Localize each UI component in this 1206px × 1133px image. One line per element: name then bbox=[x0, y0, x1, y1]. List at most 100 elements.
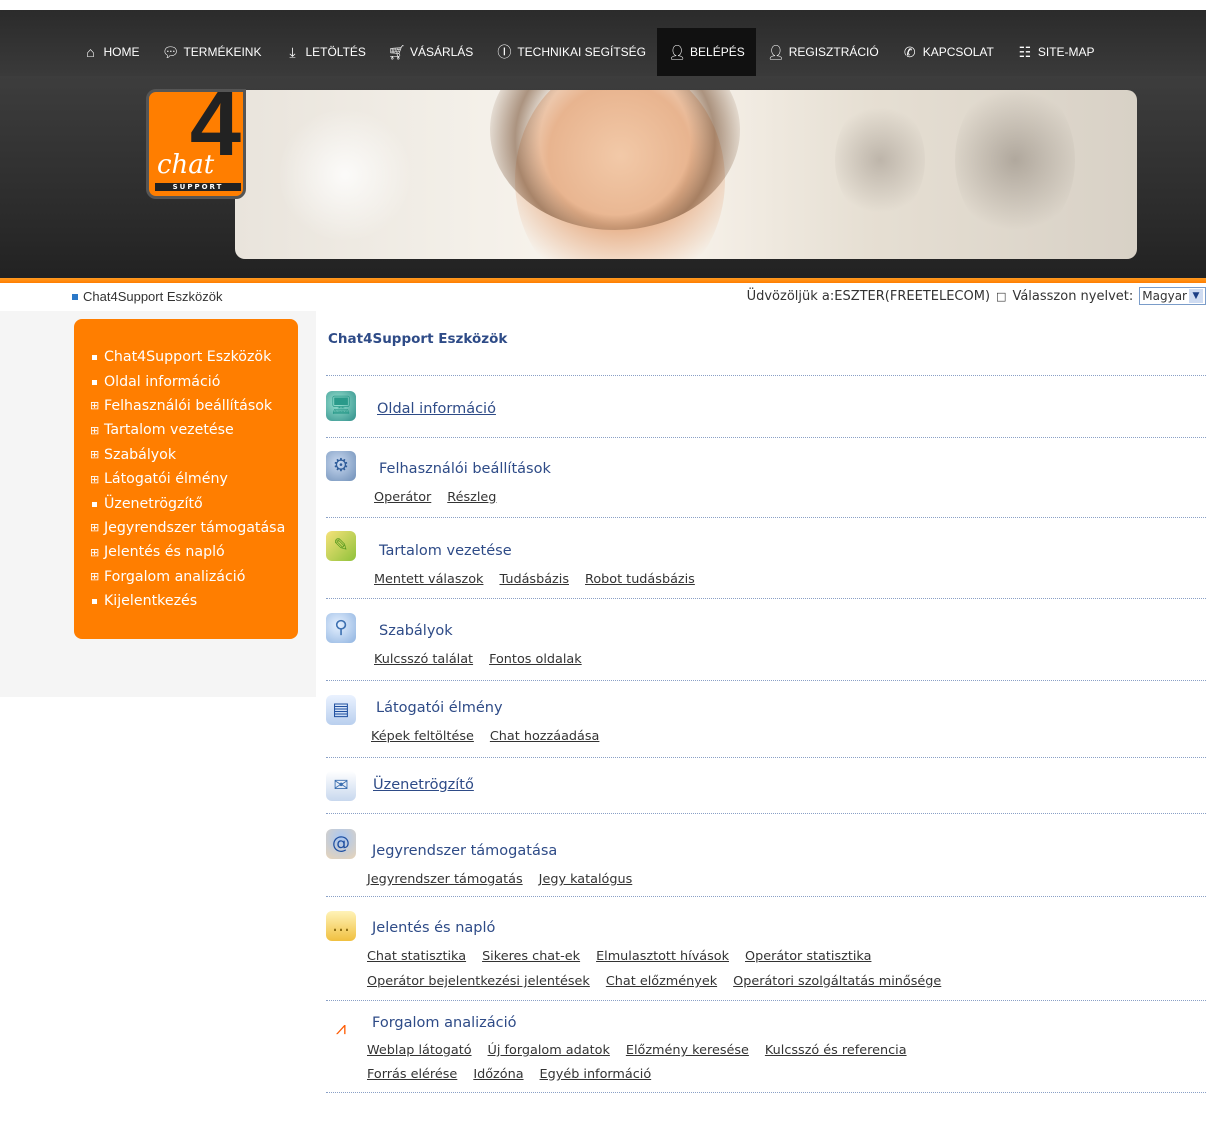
section-link[interactable]: Chat hozzáadása bbox=[490, 729, 600, 744]
sidebar-item-label: Felhasználói beállítások bbox=[104, 397, 273, 414]
sidebar-item[interactable]: ⊞ Jelentés és napló bbox=[74, 540, 298, 564]
expand-plus-icon[interactable]: ⊞ bbox=[90, 473, 104, 486]
section-divider bbox=[326, 437, 1206, 438]
mail-icon: ✉ bbox=[326, 771, 356, 801]
section-link[interactable]: Chat statisztika bbox=[367, 949, 466, 964]
sidebar-item[interactable]: Chat4Support Eszközök bbox=[74, 345, 298, 369]
home-icon: ⌂ bbox=[86, 44, 95, 60]
expand-plus-icon[interactable]: ⊞ bbox=[90, 521, 104, 534]
nav-home[interactable]: ⌂ HOME bbox=[70, 28, 150, 76]
expand-plus-icon[interactable]: ⊞ bbox=[90, 546, 104, 559]
sidebar-item[interactable]: ⊞ Jegyrendszer támogatása bbox=[74, 516, 298, 540]
speech-bubble-icon: 💬︎ bbox=[161, 44, 180, 60]
bullet-icon bbox=[90, 375, 104, 388]
sidebar-item[interactable]: ⊞ Felhasználói beállítások bbox=[74, 394, 298, 418]
nav-tech-support[interactable]: ⓘ TECHNIKAI SEGÍTSÉG bbox=[484, 28, 657, 76]
section-link[interactable]: Egyéb információ bbox=[540, 1067, 652, 1082]
section-link[interactable]: Kulcsszó találat bbox=[374, 652, 473, 667]
section-links: Chat statisztika Sikeres chat-ek Elmulaszt… bbox=[367, 949, 871, 964]
section-link[interactable]: Képek feltöltése bbox=[371, 729, 474, 744]
chat4support-logo[interactable]: 4 chat SUPPORT bbox=[146, 89, 246, 199]
download-icon: ⤓ bbox=[289, 44, 296, 60]
language-label: Válasszon nyelvet: bbox=[1012, 288, 1134, 304]
sidebar-item[interactable]: Üzenetrögzítő bbox=[74, 491, 298, 515]
sidebar-item[interactable]: ⊞ Forgalom analizáció bbox=[74, 565, 298, 589]
handshake-icon: @ bbox=[326, 829, 356, 859]
section-link[interactable]: Elmulasztott hívások bbox=[596, 949, 729, 964]
section-link[interactable]: Operátor bbox=[374, 490, 431, 505]
nav-products[interactable]: 💬︎ TERMÉKEINK bbox=[150, 28, 272, 76]
expand-plus-icon[interactable]: ⊞ bbox=[90, 399, 104, 412]
section-link[interactable]: Operátor bejelentkezési jelentések bbox=[367, 974, 590, 989]
section-title[interactable]: Oldal információ bbox=[377, 401, 496, 417]
section-link[interactable]: Új forgalom adatok bbox=[488, 1043, 610, 1058]
sidebar-item-label: Jegyrendszer támogatása bbox=[104, 519, 286, 536]
section-title: Látogatói élmény bbox=[376, 700, 503, 716]
section-link[interactable]: Robot tudásbázis bbox=[585, 572, 695, 587]
section-link[interactable]: Jegyrendszer támogatás bbox=[367, 872, 523, 887]
id-card-icon: ▤ bbox=[326, 695, 356, 725]
section-link[interactable]: Jegy katalógus bbox=[539, 872, 633, 887]
user-settings-icon: ⚙ bbox=[326, 451, 356, 481]
section-link[interactable]: Előzmény keresése bbox=[626, 1043, 749, 1058]
section-link[interactable]: Kulcsszó és referencia bbox=[765, 1043, 907, 1058]
sidebar-item[interactable]: ⊞ Szabályok bbox=[74, 443, 298, 467]
expand-plus-icon[interactable]: ⊞ bbox=[90, 424, 104, 437]
expand-plus-icon[interactable]: ⊞ bbox=[90, 448, 104, 461]
section-link[interactable]: Weblap látogató bbox=[367, 1043, 472, 1058]
sidebar-item-label: Oldal információ bbox=[104, 373, 221, 390]
info-icon: ⓘ bbox=[497, 44, 512, 60]
section-link[interactable]: Sikeres chat-ek bbox=[482, 949, 580, 964]
section-title[interactable]: Üzenetrögzítő bbox=[373, 777, 474, 793]
section-link[interactable]: Mentett válaszok bbox=[374, 572, 483, 587]
section-link[interactable]: Részleg bbox=[447, 490, 496, 505]
sidebar-item-label: Üzenetrögzítő bbox=[104, 495, 203, 512]
section-divider bbox=[326, 757, 1206, 758]
chat-bubbles-icon: … bbox=[326, 911, 356, 941]
section-links: Mentett válaszok Tudásbázis Robot tudásbáz… bbox=[374, 572, 695, 587]
nav-registration[interactable]: 👤︎ REGISZTRÁCIÓ bbox=[756, 28, 890, 76]
section-link[interactable]: Fontos oldalak bbox=[489, 652, 582, 667]
nav-purchase[interactable]: 🛒︎ VÁSÁRLÁS bbox=[377, 28, 484, 76]
phone-icon: ✆ bbox=[903, 44, 916, 60]
section-link[interactable]: Időzóna bbox=[473, 1067, 523, 1082]
sidebar-item-label: Chat4Support Eszközök bbox=[104, 349, 272, 366]
section-links: Képek feltöltése Chat hozzáadása bbox=[371, 729, 599, 744]
expand-plus-icon[interactable]: ⊞ bbox=[90, 570, 104, 583]
sidebar-item[interactable]: ⊞ Tartalom vezetése bbox=[74, 418, 298, 442]
header-banner: 4 chat SUPPORT bbox=[0, 76, 1206, 278]
breadcrumb: Chat4Support Eszközök bbox=[72, 289, 222, 304]
section-title: Jelentés és napló bbox=[372, 920, 496, 936]
section-links: Operátor Részleg bbox=[374, 490, 496, 505]
section-divider bbox=[326, 375, 1206, 376]
section-title: Forgalom analizáció bbox=[372, 1015, 517, 1031]
bullet-icon bbox=[90, 497, 104, 510]
section-title: Jegyrendszer támogatása bbox=[372, 843, 558, 859]
user-key-icon: 👤︎ bbox=[668, 44, 686, 60]
section-link[interactable]: Forrás elérése bbox=[367, 1067, 457, 1082]
nav-login[interactable]: 👤︎ BELÉPÉS bbox=[657, 28, 756, 76]
sidebar-item[interactable]: Kijelentkezés bbox=[74, 589, 298, 613]
nav-download[interactable]: ⤓ LETÖLTÉS bbox=[272, 28, 376, 76]
sidebar-item-label: Jelentés és napló bbox=[104, 544, 225, 561]
section-divider bbox=[326, 598, 1206, 599]
separator: □ bbox=[996, 289, 1007, 303]
sidebar-item[interactable]: Oldal információ bbox=[74, 369, 298, 393]
section-link[interactable]: Chat előzmények bbox=[606, 974, 717, 989]
section-link[interactable]: Operátor statisztika bbox=[745, 949, 871, 964]
page-title: Chat4Support Eszközök bbox=[328, 331, 508, 347]
welcome-text: Üdvözöljük a:ESZTER(FREETELECOM) bbox=[746, 288, 991, 304]
section-link[interactable]: Tudásbázis bbox=[499, 572, 569, 587]
section-title: Tartalom vezetése bbox=[379, 543, 512, 559]
section-link[interactable]: Operátori szolgáltatás minősége bbox=[733, 974, 941, 989]
section-links: Jegyrendszer támogatás Jegy katalógus bbox=[367, 872, 632, 887]
nav-contact[interactable]: ✆ KAPCSOLAT bbox=[890, 28, 1005, 76]
nav-sitemap[interactable]: ☷ SITE-MAP bbox=[1005, 28, 1106, 76]
sidebar-item[interactable]: ⊞ Látogatói élmény bbox=[74, 467, 298, 491]
language-select[interactable]: Magyar ▼ bbox=[1139, 287, 1206, 305]
section-divider bbox=[326, 1092, 1206, 1093]
section-divider bbox=[326, 813, 1206, 814]
section-links: Forrás elérése Időzóna Egyéb információ bbox=[367, 1067, 651, 1082]
section-links: Kulcsszó találat Fontos oldalak bbox=[374, 652, 582, 667]
edit-content-icon: ✎ bbox=[326, 531, 356, 561]
